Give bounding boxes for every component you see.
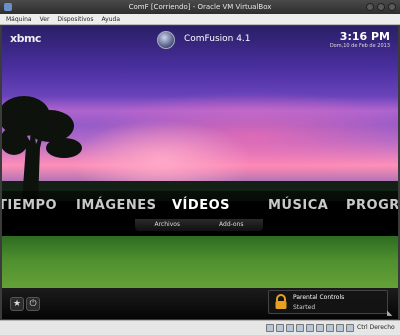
notification-subtitle: Started [293, 304, 316, 311]
star-icon[interactable]: ★ [10, 297, 24, 311]
close-button[interactable] [388, 3, 396, 11]
menu-dispositivos[interactable]: Dispositivos [57, 14, 93, 24]
xbmc-logo: xbmc [10, 32, 41, 45]
guest-screen[interactable]: xbmc ComFusion 4.1 3:16 PM Dom,10 de Feb… [2, 26, 398, 319]
title-bar[interactable]: ComF [Corriendo] - Oracle VM VirtualBox [0, 0, 400, 14]
clock: 3:16 PM [339, 30, 390, 43]
maximize-button[interactable] [377, 3, 385, 11]
home-menu-item-programas[interactable]: PROGRA [346, 198, 398, 213]
notification-title: Parental Controls [293, 294, 345, 301]
keyboard-icon[interactable] [346, 324, 354, 332]
home-menu: TIEMPO IMÁGENES VÍDEOS MÚSICA PROGRA [2, 191, 398, 219]
menu-ver[interactable]: Ver [40, 14, 50, 24]
date: Dom,10 de Feb de 2013 [329, 43, 390, 49]
power-icon[interactable]: ⏻ [26, 297, 40, 311]
shared-folders-icon[interactable] [296, 324, 304, 332]
menu-bar: Máquina Ver Dispositivos Ayuda [0, 14, 400, 25]
network-icon[interactable] [306, 324, 314, 332]
status-bar: Ctrl Derecho [0, 320, 400, 335]
videos-submenu: Archivos Add-ons [135, 219, 263, 231]
mouse-integration-icon[interactable] [326, 324, 334, 332]
background-grass [2, 236, 398, 296]
skin-logo-icon [157, 31, 175, 49]
notification-toast: Parental Controls Started [268, 290, 388, 314]
capture-icon[interactable] [336, 324, 344, 332]
usb-icon[interactable] [286, 324, 294, 332]
home-menu-item-musica[interactable]: MÚSICA [268, 198, 328, 213]
skin-name: ComFusion 4.1 [184, 34, 251, 44]
virtualbox-window: ComF [Corriendo] - Oracle VM VirtualBox … [0, 0, 400, 335]
submenu-item-addons[interactable]: Add-ons [219, 219, 244, 231]
lock-icon [275, 294, 287, 309]
display-icon[interactable] [316, 324, 324, 332]
host-key-label: Ctrl Derecho [357, 324, 395, 331]
window-title: ComF [Corriendo] - Oracle VM VirtualBox [128, 3, 272, 11]
home-menu-item-imagenes[interactable]: IMÁGENES [76, 198, 157, 213]
rss-icon: ◣ [387, 309, 393, 317]
minimize-button[interactable] [366, 3, 374, 11]
home-menu-item-tiempo[interactable]: TIEMPO [2, 198, 57, 213]
harddisk-icon[interactable] [266, 324, 274, 332]
submenu-item-archivos[interactable]: Archivos [154, 219, 180, 231]
menu-maquina[interactable]: Máquina [6, 14, 32, 24]
optical-drive-icon[interactable] [276, 324, 284, 332]
home-menu-item-videos[interactable]: VÍDEOS [172, 198, 230, 213]
tree-silhouette [2, 96, 82, 201]
menu-ayuda[interactable]: Ayuda [101, 14, 120, 24]
